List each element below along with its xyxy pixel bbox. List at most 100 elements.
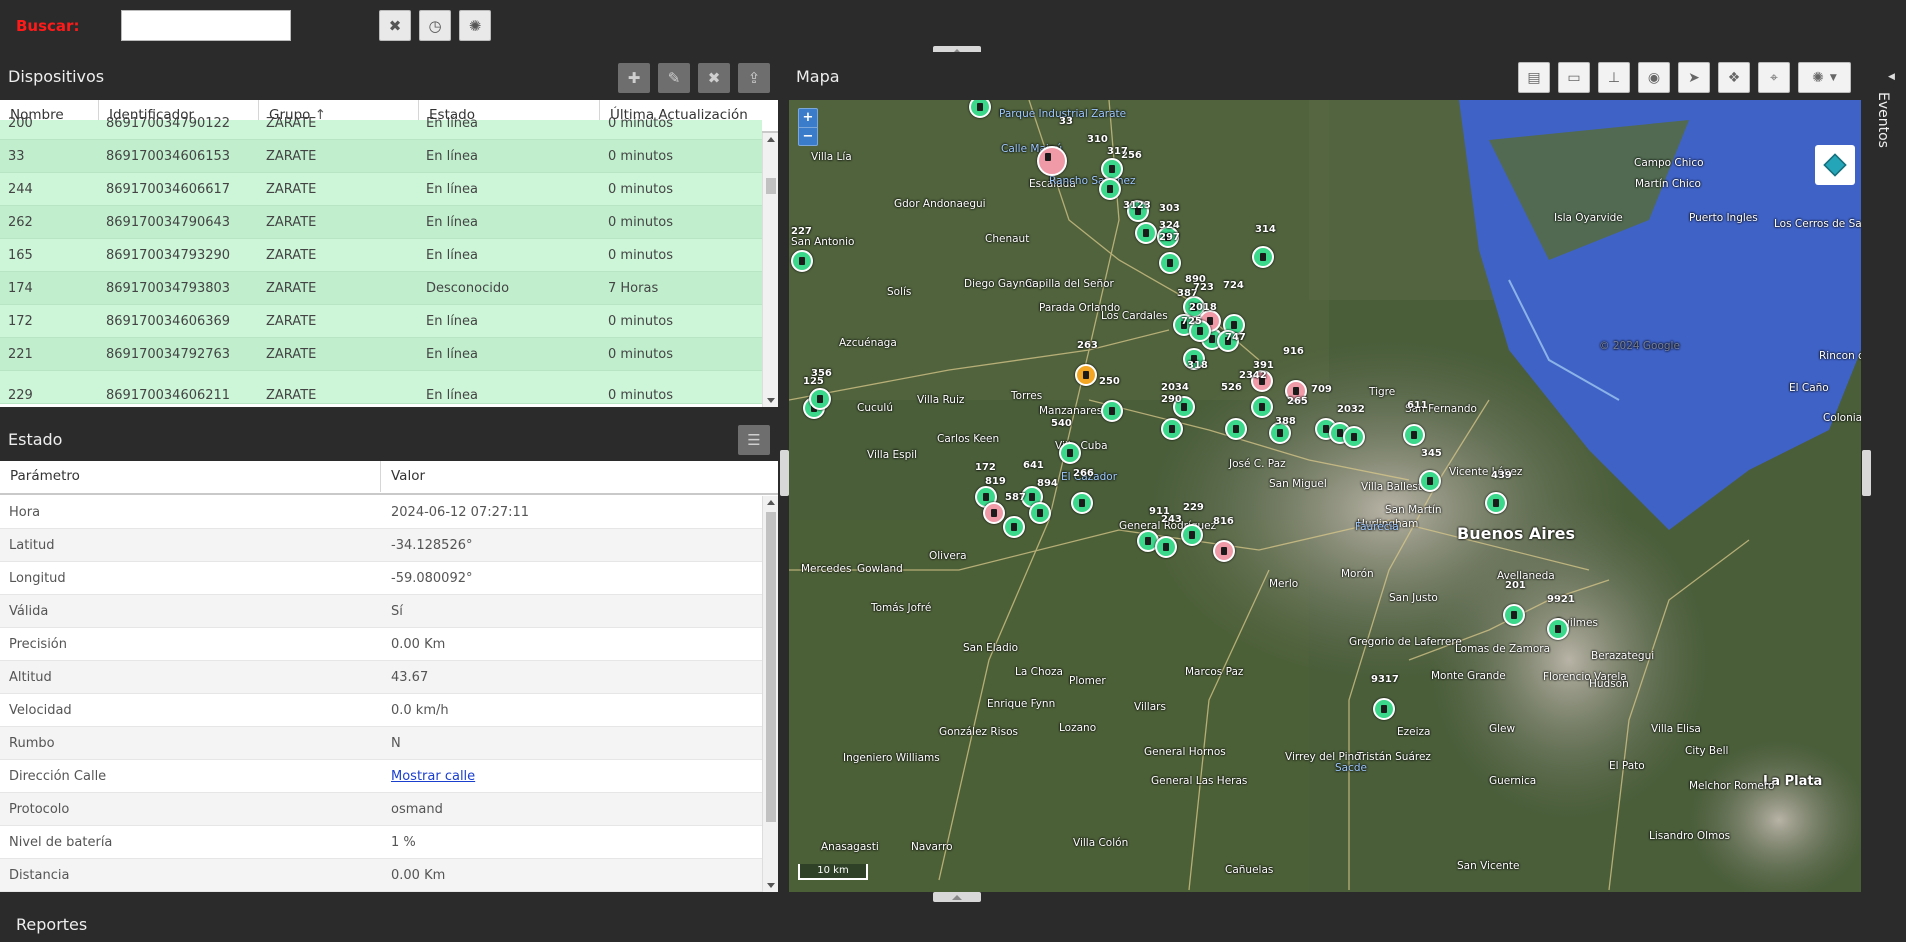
- show-street-link[interactable]: Mostrar calle: [382, 760, 475, 793]
- vehicle-marker[interactable]: [1101, 158, 1123, 180]
- table-row[interactable]: 244 869170034606617 ZARATE En línea 0 mi…: [0, 173, 762, 206]
- gear-icon: ✺: [1812, 69, 1824, 86]
- status-row: Latitud -34.128526°: [0, 529, 762, 562]
- collapse-bottom-handle[interactable]: [933, 892, 981, 902]
- param-value: -59.080092°: [391, 571, 473, 586]
- marker-label: 724: [1223, 280, 1244, 291]
- collapse-left-handle[interactable]: [780, 450, 789, 496]
- marker-label: 229: [1183, 502, 1204, 513]
- cell-identificador: 869170034790122: [106, 116, 231, 131]
- events-tab-label[interactable]: Eventos: [1875, 92, 1891, 148]
- events-rail[interactable]: ◀: [1880, 52, 1906, 892]
- vehicle-marker[interactable]: [1181, 524, 1203, 546]
- commands-button[interactable]: ▭: [1558, 62, 1590, 93]
- vehicle-marker[interactable]: [1159, 252, 1181, 274]
- vehicle-marker[interactable]: [1251, 396, 1273, 418]
- search-input[interactable]: [121, 10, 291, 41]
- marker-label: 303: [1159, 203, 1180, 214]
- scroll-thumb[interactable]: [766, 512, 776, 822]
- vehicle-marker[interactable]: [1419, 470, 1441, 492]
- vehicle-marker[interactable]: [1343, 426, 1365, 448]
- close-icon: ✖: [707, 69, 721, 87]
- table-row[interactable]: 200 869170034790122 ZARATE En línea 0 mi…: [0, 116, 762, 140]
- settings-button[interactable]: ✺: [459, 10, 491, 41]
- vehicle-marker[interactable]: [983, 502, 1005, 524]
- place-label: Lozano: [1059, 722, 1097, 734]
- vehicle-marker[interactable]: [1485, 492, 1507, 514]
- vehicle-marker[interactable]: [1003, 516, 1025, 538]
- map-canvas[interactable]: + − 10 km © 2024 Google Buenos Aires Cam…: [789, 100, 1861, 892]
- param-value: osmand: [391, 802, 443, 817]
- zoom-in-button[interactable]: +: [799, 109, 817, 127]
- geofence-button[interactable]: ⊥: [1598, 62, 1630, 93]
- upload-button[interactable]: ⇪: [738, 63, 770, 93]
- edit-device-button[interactable]: ✎: [658, 63, 690, 93]
- devices-scrollbar[interactable]: [762, 133, 778, 407]
- place-label: Merlo: [1269, 578, 1299, 590]
- remove-device-button[interactable]: ✖: [698, 63, 730, 93]
- status-toggle-button[interactable]: ☰: [738, 425, 770, 455]
- record-button[interactable]: ◉: [1638, 62, 1670, 93]
- document-icon: ▤: [1527, 69, 1541, 86]
- devices-table: Nombre Identificador Grupo ↑ Estado Últi…: [0, 100, 778, 407]
- vehicle-marker[interactable]: [1155, 536, 1177, 558]
- column-header-valor[interactable]: Valor: [381, 461, 778, 492]
- marker-label: 3123: [1123, 200, 1151, 211]
- follow-button[interactable]: ➤: [1678, 62, 1710, 93]
- vehicle-marker[interactable]: [1503, 604, 1525, 626]
- add-device-button[interactable]: ✚: [618, 63, 650, 93]
- vehicle-marker[interactable]: [1099, 178, 1121, 200]
- table-row[interactable]: 172 869170034606369 ZARATE En línea 0 mi…: [0, 305, 762, 338]
- cell-estado: En línea: [426, 182, 479, 197]
- cell-estado: En línea: [426, 215, 479, 230]
- report-button[interactable]: ▤: [1518, 62, 1550, 93]
- vehicle-marker[interactable]: [1037, 146, 1067, 176]
- vehicle-marker[interactable]: [1135, 222, 1157, 244]
- scroll-down-icon[interactable]: [767, 398, 775, 403]
- table-row[interactable]: 174 869170034793803 ZARATE Desconocido 7…: [0, 272, 762, 305]
- cell-grupo: ZARATE: [266, 281, 317, 296]
- vehicle-marker[interactable]: [1213, 540, 1235, 562]
- place-label: Gowland: [857, 563, 903, 575]
- vehicle-marker[interactable]: [1161, 418, 1183, 440]
- vehicle-marker[interactable]: [1547, 618, 1569, 640]
- table-row[interactable]: 229 869170034606211 ZARATE En línea 0 mi…: [0, 371, 762, 404]
- column-header-parametro[interactable]: Parámetro: [0, 461, 381, 492]
- vehicle-marker[interactable]: [809, 388, 831, 410]
- vehicle-marker[interactable]: [1059, 442, 1081, 464]
- scroll-down-icon[interactable]: [767, 883, 775, 888]
- vehicle-marker[interactable]: [1252, 246, 1274, 268]
- param-name: Nivel de batería: [9, 835, 113, 850]
- table-row[interactable]: 165 869170034793290 ZARATE En línea 0 mi…: [0, 239, 762, 272]
- scroll-thumb[interactable]: [766, 178, 776, 194]
- locate-button[interactable]: ⌖: [1758, 62, 1790, 93]
- clear-search-button[interactable]: ✖: [379, 10, 411, 41]
- place-label: Torres: [1011, 390, 1043, 402]
- reports-panel[interactable]: Reportes: [0, 906, 1906, 942]
- vehicle-marker[interactable]: [1075, 364, 1097, 386]
- trail-button[interactable]: ❖: [1718, 62, 1750, 93]
- vehicle-marker[interactable]: [1029, 502, 1051, 524]
- vehicle-marker[interactable]: [1225, 418, 1247, 440]
- param-name: Velocidad: [9, 703, 72, 718]
- vehicle-marker[interactable]: [791, 250, 813, 272]
- table-row[interactable]: 33 869170034606153 ZARATE En línea 0 min…: [0, 140, 762, 173]
- zoom-out-button[interactable]: −: [799, 127, 817, 145]
- collapse-right-handle[interactable]: [1862, 450, 1871, 496]
- scroll-up-icon[interactable]: [767, 137, 775, 142]
- table-row[interactable]: 262 869170034790643 ZARATE En línea 0 mi…: [0, 206, 762, 239]
- status-scrollbar[interactable]: [762, 496, 778, 892]
- table-row[interactable]: 221 869170034792763 ZARATE En línea 0 mi…: [0, 338, 762, 371]
- map-settings-dropdown[interactable]: ✺ ▼: [1798, 62, 1851, 93]
- marker-label: 747: [1225, 332, 1246, 343]
- layer-switcher-button[interactable]: [1815, 145, 1855, 185]
- scroll-up-icon[interactable]: [767, 500, 775, 505]
- vehicle-marker[interactable]: [1101, 400, 1123, 422]
- vehicle-marker[interactable]: [1403, 424, 1425, 446]
- vehicle-marker[interactable]: [1373, 698, 1395, 720]
- place-label: San Vicente: [1457, 860, 1520, 872]
- vehicle-marker[interactable]: [1071, 492, 1093, 514]
- place-label: San Miguel: [1269, 478, 1327, 490]
- history-button[interactable]: ◷: [419, 10, 451, 41]
- param-name: Rumbo: [9, 736, 55, 751]
